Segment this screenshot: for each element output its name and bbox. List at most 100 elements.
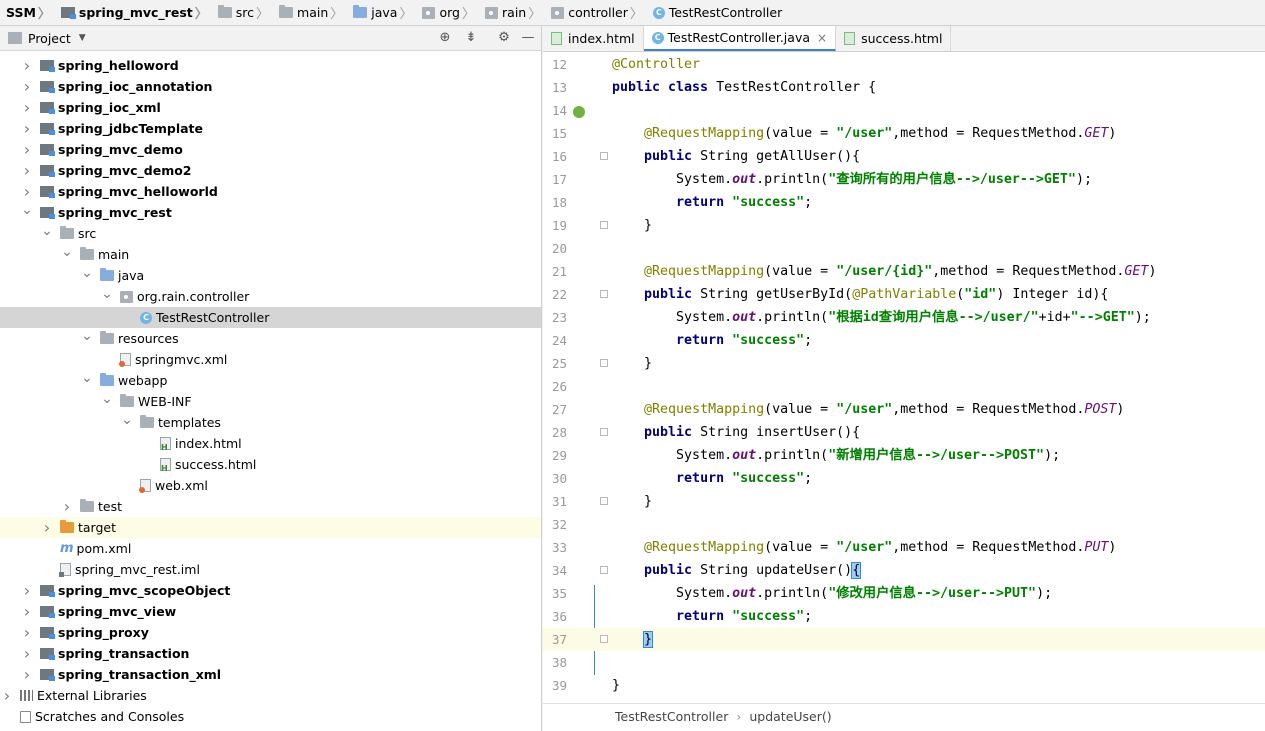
chevron-down-icon[interactable]: ⌄ xyxy=(20,202,34,218)
chevron-right-icon[interactable]: › xyxy=(20,119,34,138)
chevron-right-icon[interactable]: › xyxy=(20,56,34,75)
tree-item[interactable]: ⌄ resources xyxy=(0,328,541,349)
editor-tab[interactable]: C TestRestController.java × xyxy=(643,26,837,51)
code-token: (value = xyxy=(764,402,837,417)
tree-item[interactable]: ⌄ webapp xyxy=(0,370,541,391)
chevron-down-icon[interactable]: ⌄ xyxy=(80,265,94,281)
chevron-right-icon[interactable]: › xyxy=(20,140,34,159)
chevron-right-icon: 〉 xyxy=(194,7,208,22)
tree-item[interactable]: › spring_mvc_scopeObject xyxy=(0,580,541,601)
fold-icon[interactable] xyxy=(600,428,608,436)
chevron-right-icon[interactable]: › xyxy=(20,77,34,96)
chevron-down-icon[interactable]: ⌄ xyxy=(80,370,94,386)
tree-item[interactable]: ⌄ main xyxy=(0,244,541,265)
breadcrumb-item[interactable]: org 〉 xyxy=(416,0,479,25)
tree-item[interactable]: › spring_jdbcTemplate xyxy=(0,118,541,139)
editor-tab[interactable]: index.html xyxy=(543,26,644,51)
chevron-right-icon[interactable]: › xyxy=(20,182,34,201)
breadcrumb-item[interactable]: SSM 〉 xyxy=(0,0,55,25)
breadcrumb-item[interactable]: main 〉 xyxy=(273,0,347,25)
tree-item[interactable]: ⌄ src xyxy=(0,223,541,244)
chevron-down-icon[interactable]: ⌄ xyxy=(40,223,54,239)
code-token: } xyxy=(612,218,653,233)
tree-item[interactable]: › spring_helloword xyxy=(0,55,541,76)
tree-item[interactable]: › target xyxy=(0,517,541,538)
code-text: } xyxy=(612,674,620,697)
breadcrumb-item[interactable]: src 〉 xyxy=(212,0,273,25)
tree-item[interactable]: C TestRestController xyxy=(0,307,541,328)
tree-item[interactable]: › spring_mvc_view xyxy=(0,601,541,622)
chevron-right-icon[interactable]: › xyxy=(20,98,34,117)
tree-item[interactable]: › spring_transaction xyxy=(0,643,541,664)
tree-item[interactable]: ⌄ templates xyxy=(0,412,541,433)
tree-item[interactable]: ⌄ org.rain.controller xyxy=(0,286,541,307)
fold-icon[interactable] xyxy=(600,290,608,298)
code-token: @PathVariable xyxy=(852,287,957,302)
tree-item[interactable]: › spring_ioc_annotation xyxy=(0,76,541,97)
chevron-right-icon[interactable]: › xyxy=(20,623,34,642)
chevron-right-icon[interactable]: › xyxy=(60,497,74,516)
chevron-right-icon[interactable]: › xyxy=(20,644,34,663)
fold-icon[interactable] xyxy=(600,152,608,160)
chevron-right-icon[interactable]: › xyxy=(20,602,34,621)
tree-item-label: TestRestController xyxy=(156,310,270,325)
tree-item[interactable]: › test xyxy=(0,496,541,517)
code-area[interactable]: 12 @Controller 13 public class TestRestCont… xyxy=(543,52,1265,712)
tree-item[interactable]: springmvc.xml xyxy=(0,349,541,370)
code-token: public class xyxy=(612,80,717,95)
chevron-down-icon[interactable]: ⌄ xyxy=(60,244,74,260)
code-line: 27 @RequestMapping(value = "/user",metho… xyxy=(543,398,1265,421)
chevron-down-icon[interactable]: ⌄ xyxy=(100,286,114,302)
tree-item[interactable]: web.xml xyxy=(0,475,541,496)
breadcrumb-method[interactable]: updateUser() xyxy=(749,709,831,724)
tree-item[interactable]: › spring_mvc_demo xyxy=(0,139,541,160)
tree-item[interactable]: spring_mvc_rest.iml xyxy=(0,559,541,580)
chevron-right-icon[interactable]: › xyxy=(0,686,14,705)
breadcrumb-item[interactable]: controller 〉 xyxy=(545,0,647,25)
tree-item[interactable]: › spring_proxy xyxy=(0,622,541,643)
chevron-right-icon[interactable]: › xyxy=(20,581,34,600)
module-icon xyxy=(40,669,55,681)
chevron-down-icon[interactable]: ⌄ xyxy=(120,412,134,428)
tree-item[interactable]: Scratches and Consoles xyxy=(0,706,541,727)
line-number: 16 xyxy=(551,149,567,164)
tree-item[interactable]: index.html xyxy=(0,433,541,454)
locate-icon[interactable]: ⊕ xyxy=(437,30,453,46)
fold-icon[interactable] xyxy=(600,497,608,505)
editor-tab[interactable]: success.html xyxy=(836,26,952,51)
chevron-down-icon[interactable]: ⌄ xyxy=(100,391,114,407)
tree-item[interactable]: › spring_mvc_demo2 xyxy=(0,160,541,181)
code-line: 26 xyxy=(543,375,1265,398)
fold-icon[interactable] xyxy=(600,635,608,643)
breadcrumb-item[interactable]: java 〉 xyxy=(347,0,416,25)
fold-icon[interactable] xyxy=(600,566,608,574)
tree-item[interactable]: ⌄ WEB-INF xyxy=(0,391,541,412)
package-icon xyxy=(422,6,436,19)
breadcrumb-item[interactable]: spring_mvc_rest 〉 xyxy=(55,0,212,25)
chevron-right-icon[interactable]: › xyxy=(20,665,34,684)
fold-icon[interactable] xyxy=(600,359,608,367)
gear-icon[interactable]: ⚙ xyxy=(496,30,512,46)
chevron-right-icon[interactable]: › xyxy=(40,518,54,537)
tree-item[interactable]: success.html xyxy=(0,454,541,475)
hide-icon[interactable]: — xyxy=(520,30,536,46)
close-icon[interactable]: × xyxy=(817,31,827,45)
tree-item[interactable]: › spring_ioc_xml xyxy=(0,97,541,118)
chevron-right-icon[interactable]: › xyxy=(20,161,34,180)
chevron-down-icon[interactable]: ⌄ xyxy=(80,328,94,344)
code-token: PUT xyxy=(1084,540,1109,555)
code-token: "success" xyxy=(732,195,805,210)
breadcrumb-class[interactable]: TestRestController xyxy=(543,709,728,724)
breadcrumb-item[interactable]: C TestRestController xyxy=(647,0,786,25)
breadcrumb-item[interactable]: rain 〉 xyxy=(479,0,545,25)
tree-item[interactable]: m pom.xml xyxy=(0,538,541,559)
tree-item[interactable]: › spring_transaction_xml xyxy=(0,664,541,685)
tree-item[interactable]: ⌄ java xyxy=(0,265,541,286)
tree-item[interactable]: › spring_mvc_helloworld xyxy=(0,181,541,202)
tree-item[interactable]: ⌄ spring_mvc_rest xyxy=(0,202,541,223)
project-view-selector[interactable]: Project ▼ xyxy=(8,31,86,46)
collapse-all-icon[interactable]: ⇟ xyxy=(463,30,479,46)
line-number: 20 xyxy=(551,241,567,256)
fold-icon[interactable] xyxy=(600,221,608,229)
tree-item[interactable]: › External Libraries xyxy=(0,685,541,706)
